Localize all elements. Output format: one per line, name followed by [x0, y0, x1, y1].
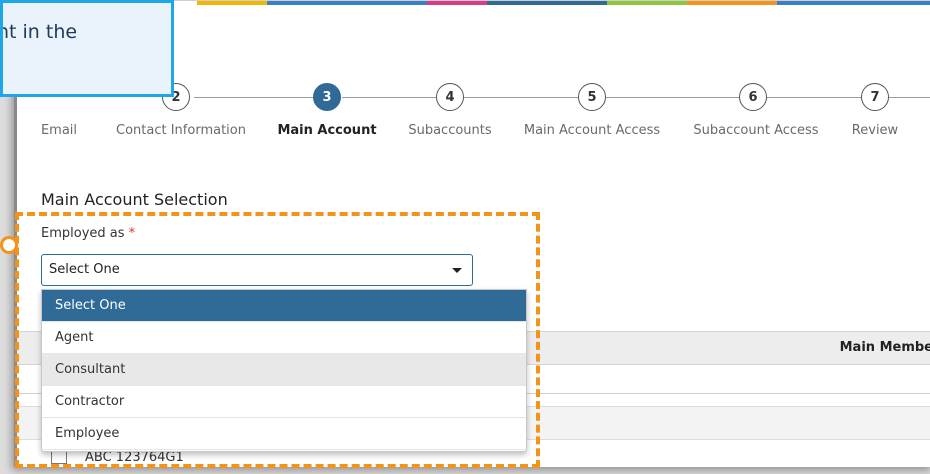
step-connector — [604, 97, 740, 98]
step-5-circle[interactable]: 5 — [578, 83, 606, 111]
brand-stripe — [487, 1, 607, 5]
step-label-review[interactable]: Review — [852, 123, 898, 138]
step-connector — [765, 97, 863, 98]
brand-stripe — [267, 1, 427, 5]
step-7-circle[interactable]: 7 — [861, 83, 889, 111]
highlight-box — [15, 212, 540, 468]
section-title: Main Account Selection — [41, 190, 228, 209]
step-connector — [887, 97, 930, 98]
brand-stripe — [197, 1, 267, 5]
callout-anchor-icon — [0, 236, 18, 254]
step-label-subaccount-access[interactable]: Subaccount Access — [693, 123, 818, 138]
step-4-circle[interactable]: 4 — [436, 83, 464, 111]
step-connector — [194, 97, 322, 98]
step-6-circle[interactable]: 6 — [739, 83, 767, 111]
step-connector — [463, 97, 580, 98]
step-label-subaccounts[interactable]: Subaccounts — [408, 123, 491, 138]
step-connector — [342, 97, 439, 98]
step-3-circle[interactable]: 3 — [313, 83, 341, 111]
step-label-main-account-access[interactable]: Main Account Access — [524, 123, 660, 138]
step-label-email[interactable]: Email — [41, 123, 77, 138]
step-label-main-account[interactable]: Main Account — [277, 123, 376, 138]
step-label-contact-information[interactable]: Contact Information — [116, 123, 246, 138]
brand-stripe — [777, 1, 930, 5]
brand-stripe — [687, 1, 777, 5]
callout-text: nt in the — [0, 21, 78, 43]
column-header-main-member[interactable]: Main Membe — [840, 340, 930, 355]
brand-stripe — [427, 1, 487, 5]
brand-stripe — [607, 1, 687, 5]
callout-box: nt in the — [0, 0, 174, 97]
